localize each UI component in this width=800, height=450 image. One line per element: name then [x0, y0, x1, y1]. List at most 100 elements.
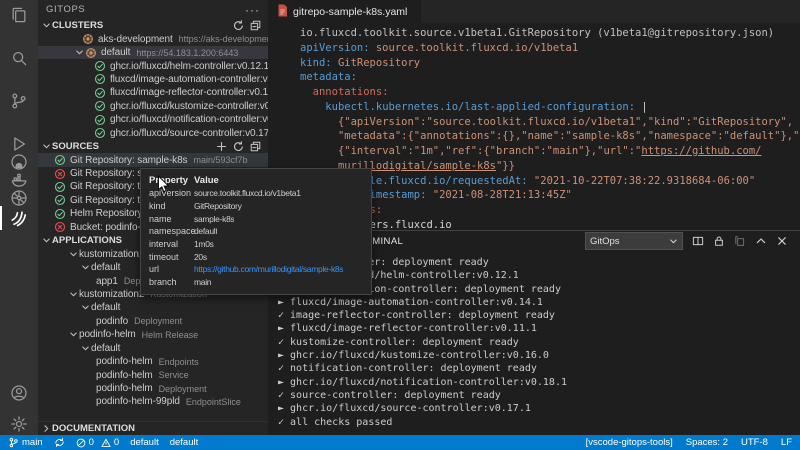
- tree-item-fluxcd-image-automation-controller-v0-14-1[interactable]: fluxcd/image-automation-controller:v0.14…: [38, 73, 268, 86]
- tooltip-row-apiVersion: apiVersionsource.toolkit.fluxcd.io/v1bet…: [149, 187, 363, 200]
- item-label: kustomization1: [79, 249, 144, 260]
- refresh-icon[interactable]: [233, 141, 244, 152]
- tab-gitrepo-sample-k8s-yaml[interactable]: gitrepo-sample-k8s.yaml: [268, 0, 421, 23]
- tree-item-podinfo-helm-99pld[interactable]: podinfo-helm-99pldEndpointSlice: [38, 395, 268, 408]
- twisty-down-icon: [42, 236, 51, 245]
- sync-icon: [54, 437, 65, 448]
- lock-icon[interactable]: [713, 235, 725, 247]
- activity-item-source-control[interactable]: [0, 91, 38, 111]
- tree-item-fluxcd-image-reflector-controller-v0-11-1[interactable]: fluxcd/image-reflector-controller:v0.11.…: [38, 86, 268, 99]
- item-label: app1: [96, 276, 118, 287]
- copy-icon[interactable]: [734, 235, 746, 247]
- tooltip-header-property: Property: [149, 175, 194, 186]
- add-icon: [216, 141, 227, 152]
- tree-item-default[interactable]: defaulthttps://54.183.1.200:6443: [38, 46, 268, 59]
- activity-item-docker[interactable]: [0, 170, 38, 190]
- tooltip-property: apiVersion: [149, 188, 194, 198]
- refresh-icon[interactable]: [233, 20, 244, 31]
- item-label: podinfo-helm-99pld: [96, 396, 180, 407]
- activity-item-gitops[interactable]: [0, 208, 38, 228]
- search-icon: [9, 48, 29, 68]
- tree-item-podinfo-helm[interactable]: podinfo-helmDeployment: [38, 382, 268, 395]
- tooltip-value: source.toolkit.fluxcd.io/v1beta1: [194, 188, 301, 198]
- section-header-clusters[interactable]: CLUSTERS: [38, 19, 268, 32]
- collapse-all-icon[interactable]: [250, 141, 261, 152]
- terminal-line: ✓ all checks passed: [278, 416, 800, 429]
- activity-item-settings[interactable]: [0, 414, 38, 434]
- tree-item-ghcr-io-fluxcd-notification-controller-v0-18-1[interactable]: ghcr.io/fluxcd/notification-controller:v…: [38, 113, 268, 126]
- problems-status[interactable]: 0 0: [76, 437, 120, 448]
- split-terminal-icon[interactable]: [692, 235, 704, 247]
- copy-icon: [734, 235, 746, 247]
- section-label: CLUSTERS: [52, 20, 103, 31]
- twisty-down-icon: [75, 48, 84, 57]
- tooltip-url-link[interactable]: https://github.com/murillodigital/sample…: [194, 264, 343, 274]
- terminal-line: ► ghcr.io/fluxcd/notification-controller…: [278, 376, 800, 389]
- status-bar: main 0 0 default default [vscode-gitops-…: [0, 435, 800, 450]
- tree-item-default[interactable]: default: [38, 342, 268, 355]
- more-actions-icon[interactable]: ···: [245, 6, 260, 14]
- chevron-up-icon[interactable]: [755, 235, 767, 247]
- status-item-spaces-2[interactable]: Spaces: 2: [686, 437, 728, 448]
- docker-icon: [9, 170, 29, 190]
- item-label: ghcr.io/fluxcd/source-controller:v0.17.1: [110, 128, 268, 139]
- activity-item-github[interactable]: [0, 152, 38, 172]
- tree-item-ghcr-io-fluxcd-source-controller-v0-17-1[interactable]: ghcr.io/fluxcd/source-controller:v0.17.1…: [38, 127, 268, 140]
- section-label: APPLICATIONS: [52, 235, 122, 246]
- git-branch-status[interactable]: main: [8, 437, 43, 448]
- activity-item-account[interactable]: [0, 383, 38, 403]
- item-label: ghcr.io/fluxcd/helm-controller:v0.12.1: [110, 61, 268, 72]
- collapse-all-icon[interactable]: [250, 20, 261, 31]
- terminal-selector-dropdown[interactable]: GitOps: [585, 232, 683, 250]
- activity-item-run-debug[interactable]: [0, 134, 38, 154]
- tooltip-header-value: Value: [194, 175, 219, 186]
- run-debug-icon: [9, 134, 29, 154]
- editor-line: io.fluxcd.toolkit.source.v1beta1.GitRepo…: [300, 26, 800, 41]
- terminal-line: ► ghcr.io/fluxcd/kustomize-controller:v0…: [278, 349, 800, 362]
- editor-line: "metadata":{"annotations":{},"name":"sam…: [300, 129, 800, 144]
- activity-item-search[interactable]: [0, 48, 38, 68]
- tree-item-podinfo-helm[interactable]: podinfo-helmService: [38, 368, 268, 381]
- add-icon[interactable]: [216, 141, 227, 152]
- context-label: default: [130, 437, 159, 448]
- activity-item-explorer[interactable]: [0, 5, 38, 25]
- check-icon: [94, 87, 106, 99]
- tree-item-ghcr-io-fluxcd-kustomize-controller-v0-16-0[interactable]: ghcr.io/fluxcd/kustomize-controller:v0.1…: [38, 100, 268, 113]
- tree-item-podinfo-helm[interactable]: podinfo-helmHelm Release: [38, 328, 268, 341]
- status-item--vscode-gitops-tools-[interactable]: [vscode-gitops-tools]: [586, 437, 673, 448]
- section-header-sources[interactable]: SOURCES: [38, 140, 268, 153]
- tooltip-row-kind: kindGitRepository: [149, 200, 363, 213]
- tree-item-default[interactable]: default: [38, 301, 268, 314]
- kube-cluster-status[interactable]: default: [170, 437, 199, 448]
- tooltip-property: url: [149, 264, 194, 274]
- sync-button[interactable]: [54, 437, 65, 448]
- close-icon[interactable]: [776, 235, 788, 247]
- tree-item-ghcr-io-fluxcd-helm-controller-v0-12-1[interactable]: ghcr.io/fluxcd/helm-controller:v0.12.1re…: [38, 59, 268, 72]
- terminal-selector-value: GitOps: [590, 236, 620, 247]
- status-item-lf[interactable]: LF: [781, 437, 792, 448]
- tooltip-row-namespace: namespacedefault: [149, 225, 363, 238]
- tooltip-property: namespace: [149, 226, 194, 236]
- kube-context-status[interactable]: default: [130, 437, 159, 448]
- editor-line: kubectl.kubernetes.io/last-applied-confi…: [300, 100, 800, 115]
- editor-line: annotations:: [300, 85, 800, 100]
- gitops-icon: [9, 208, 29, 228]
- activity-bar: [0, 0, 38, 435]
- tree-item-podinfo-helm[interactable]: podinfo-helmEndpoints: [38, 355, 268, 368]
- refresh-icon: [233, 20, 244, 31]
- tooltip-row-url: urlhttps://github.com/murillodigital/sam…: [149, 263, 363, 276]
- status-item-utf-8[interactable]: UTF-8: [741, 437, 768, 448]
- tree-item-aks-development[interactable]: aks-developmenthttps://aks-development-d…: [38, 32, 268, 45]
- item-label: podinfo: [96, 316, 128, 327]
- explorer-icon: [9, 5, 29, 25]
- chevron-right-icon: [42, 424, 51, 433]
- tooltip-value: 20s: [194, 252, 207, 262]
- item-label: fluxcd/image-automation-controller:v0.14…: [110, 74, 268, 85]
- tree-item-podinfo[interactable]: podinfoDeployment: [38, 315, 268, 328]
- item-description: https://54.183.1.200:6443: [136, 48, 238, 58]
- chevron-down-icon: [669, 237, 678, 246]
- section-documentation[interactable]: DOCUMENTATION: [38, 421, 268, 435]
- item-label: ghcr.io/fluxcd/notification-controller:v…: [110, 114, 268, 125]
- tree-item-git-repository-sample-k8s[interactable]: Git Repository: sample-k8smain/593cf7b: [38, 153, 268, 166]
- activity-item-kubernetes[interactable]: [0, 188, 38, 208]
